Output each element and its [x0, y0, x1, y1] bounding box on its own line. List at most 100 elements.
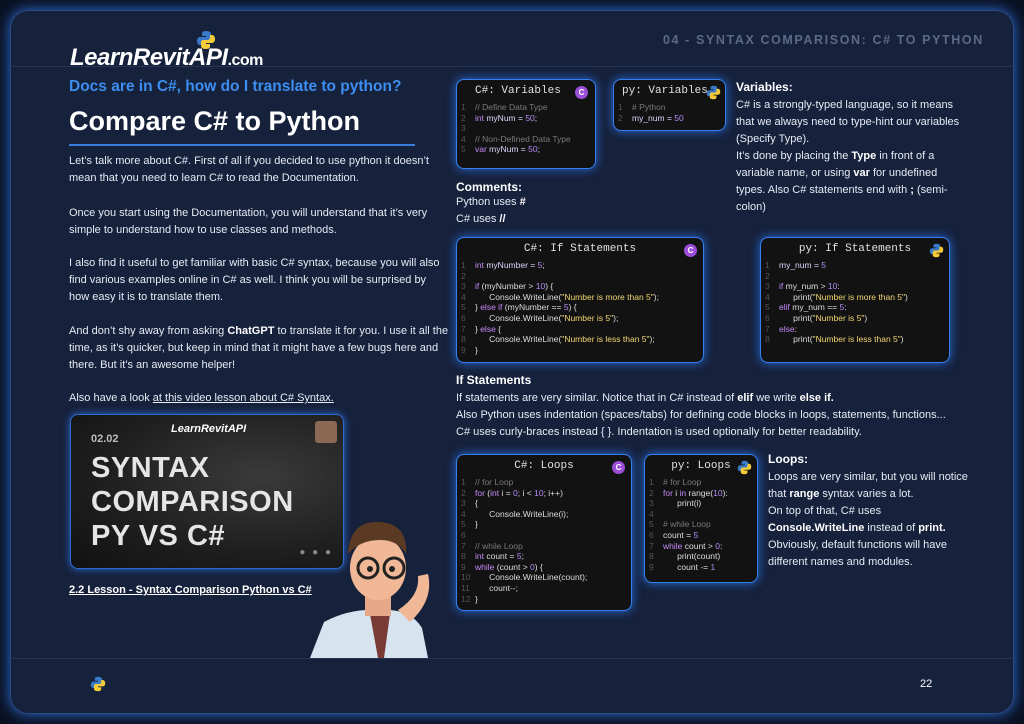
code-token: count -=: [663, 561, 711, 572]
code-token: 10: [534, 487, 544, 498]
page-number: 22: [920, 678, 933, 690]
line-number: 1: [461, 477, 466, 487]
line-number: 3: [765, 281, 770, 292]
video-brand: LearnRevitAPI: [171, 423, 247, 435]
code-line: 3 if my_num > 10:: [765, 281, 908, 292]
code-token: my_num >: [785, 281, 828, 292]
code-token: int: [475, 112, 487, 123]
code-token: "Number is less than 5": [561, 334, 650, 345]
code-token: 10: [713, 487, 723, 498]
code-token: range(: [688, 487, 714, 498]
code-token: ): [900, 334, 904, 345]
code-line: 10 Console.WriteLine(count);: [461, 572, 587, 583]
code-line: 8 print("Number is less than 5"): [765, 334, 908, 345]
cs-if-code-box: C#: If Statements C 1 int myNumber = 5; 2 3…: [456, 237, 704, 363]
code-token: Console.WriteLine(: [475, 312, 562, 323]
line-number: 6: [649, 529, 654, 540]
code-token: int: [475, 551, 487, 562]
code-token: count =: [486, 551, 517, 562]
line-number: 1: [461, 102, 466, 112]
code-line: 1 int myNumber = 5;: [461, 260, 659, 271]
line-number: 9: [461, 344, 466, 355]
code-line: 1 # for Loop: [649, 477, 728, 488]
code-token: ; i <: [517, 487, 535, 498]
code-token: print(: [779, 334, 813, 345]
code-token: "Number is more than 5": [812, 291, 906, 302]
video-caption-link[interactable]: 2.2 Lesson - Syntax Comparison Python vs…: [69, 584, 312, 596]
video-thumbnail[interactable]: 02.02 LearnRevitAPI SYNTAX COMPARISON PY…: [70, 414, 344, 569]
code-token: 50: [674, 112, 684, 123]
code-box-title: C#: If Statements: [523, 243, 637, 255]
code-token: );: [613, 312, 619, 323]
code-token: else: [480, 323, 499, 334]
code-line: 7 // while Loop: [461, 541, 587, 552]
csharp-icon: C: [612, 461, 625, 474]
line-number: 4: [461, 508, 466, 519]
line-number: 4: [649, 508, 654, 519]
code-token: i =: [501, 487, 514, 498]
code-line: 9 count -= 1: [649, 562, 728, 573]
site-logo[interactable]: LearnRevitAPI.com: [70, 44, 263, 72]
code-token: "Number is less than 5": [812, 334, 901, 345]
line-number: 7: [649, 540, 654, 551]
code-line: 5} else if (myNumber == 5) {: [461, 302, 659, 313]
code-token: while: [663, 540, 685, 551]
code-token: :: [719, 540, 723, 551]
comments-csharp: C# uses //: [456, 213, 506, 225]
kicker: Docs are in C#, how do I translate to py…: [69, 78, 402, 95]
code-line: 5 # while Loop: [649, 519, 728, 530]
presenter-avatar: [315, 421, 337, 443]
code-token: var: [475, 144, 490, 155]
line-number: 4: [461, 133, 466, 144]
code-token: :: [837, 281, 840, 292]
code-token: my_num =: [632, 112, 675, 123]
line-number: 6: [461, 529, 466, 540]
code-token: # for Loop: [663, 477, 702, 487]
code-token: ) {: [545, 281, 554, 292]
code-token: 10: [827, 281, 838, 292]
code-token: "Number is more than 5": [561, 291, 654, 302]
line-number: 6: [461, 312, 466, 323]
code-line: 4: [649, 509, 728, 520]
code-token: count--;: [475, 582, 518, 593]
code-token: ;: [521, 551, 524, 562]
thinking-character-illustration: [310, 521, 430, 658]
line-number: 1: [461, 260, 466, 270]
variables-heading: Variables:: [736, 80, 793, 94]
py-variables-code-box: py: Variables 1 # Python 2 my_num = 50: [613, 79, 726, 131]
line-number: 6: [765, 312, 770, 323]
loops-text-3: Obviously, default functions will have d…: [768, 539, 947, 568]
python-icon: [706, 85, 721, 100]
code-token: count =: [663, 529, 694, 540]
code-token: {: [475, 498, 478, 509]
code-token: if: [779, 281, 786, 292]
code-line: 7 while count > 0:: [649, 541, 728, 552]
line-number: 8: [461, 551, 466, 562]
code-line: 6 count = 5: [649, 530, 728, 541]
video-lesson-link[interactable]: at this video lesson about C# Syntax.: [153, 392, 334, 404]
code-token: 10: [535, 281, 546, 292]
comments-python: Python uses #: [456, 196, 526, 208]
code-line: 4 print("Number is more than 5"): [765, 292, 908, 303]
code-token: print(i): [663, 498, 702, 509]
code-line: 12}: [461, 594, 587, 605]
header-divider: [10, 66, 1014, 67]
code-token: Console.WriteLine(: [475, 334, 562, 345]
line-number: 5: [649, 519, 654, 530]
code-token: );: [653, 291, 659, 302]
code-line: 11 count--;: [461, 583, 587, 594]
line-number: 8: [461, 334, 466, 345]
code-token: 1: [710, 561, 716, 572]
code-line: 2 my_num = 50: [618, 113, 684, 124]
cs-variables-code-box: C#: Variables C 1// Define Data Type 2 int…: [456, 79, 596, 169]
code-token: myNum =: [489, 144, 529, 155]
code-token: else: [779, 323, 795, 334]
code-token: // while Loop: [475, 540, 523, 551]
code-token: {: [498, 323, 502, 334]
code-token: // Non-Defined Data Type: [475, 133, 571, 144]
code-line: 4 // Non-Defined Data Type: [461, 134, 571, 145]
line-number: 8: [765, 334, 770, 345]
code-line: 6 print("Number is 5"): [765, 313, 908, 324]
code-line: 2: [461, 271, 659, 282]
line-number: 7: [461, 540, 466, 551]
